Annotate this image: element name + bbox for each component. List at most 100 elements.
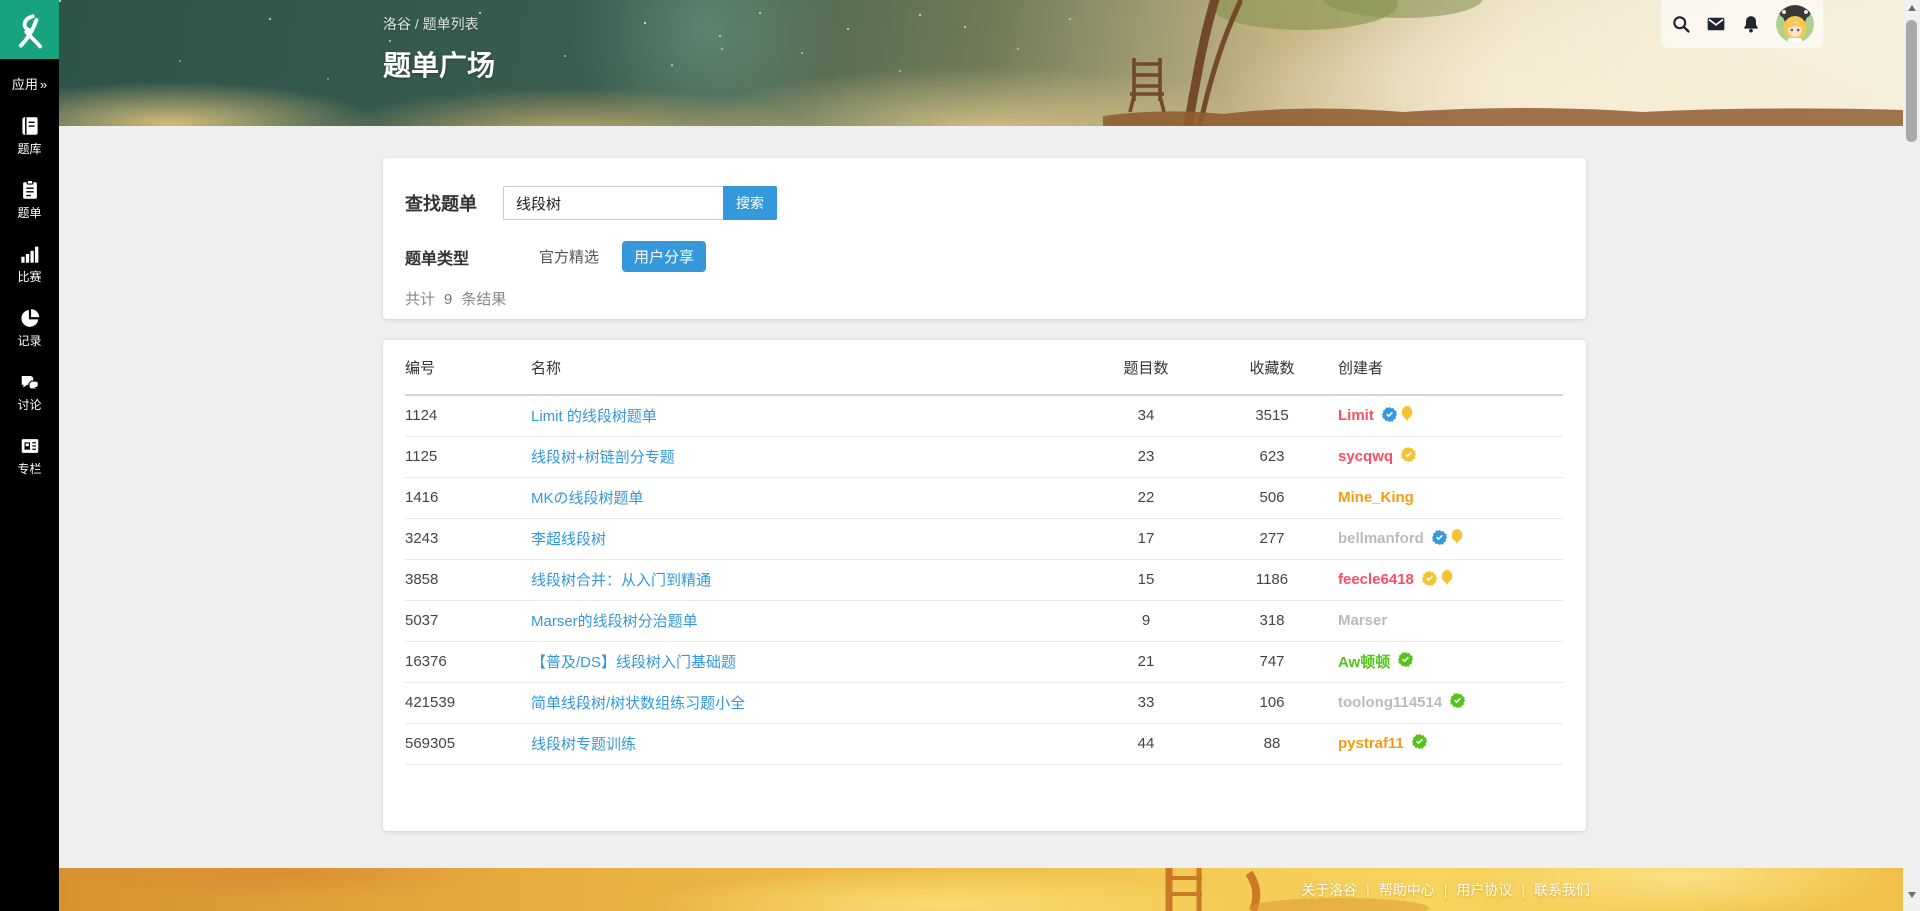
sidebar-nav: 题库 题单 比赛 记录 讨论 专栏 [0, 115, 59, 477]
balloon-yellow-icon [1441, 570, 1453, 586]
creator-name-link[interactable]: Marser [1338, 612, 1387, 629]
footer-separator: | [1521, 882, 1525, 898]
plist-name-link[interactable]: MKの线段树题单 [531, 490, 644, 507]
luogu-logo-icon [8, 8, 52, 52]
table-header-row: 编号 名称 题目数 收藏数 创建者 [405, 340, 1563, 395]
scrollbar-thumb[interactable] [1906, 20, 1917, 142]
search-card: 查找题单 搜索 题单类型 官方精选用户分享 共计9条结果 [383, 158, 1586, 319]
chevron-double-right-icon: » [40, 77, 47, 92]
footer-link-0[interactable]: 关于洛谷 [1301, 880, 1357, 900]
sidebar-item-column[interactable]: 专栏 [0, 435, 59, 477]
plist-favorite-count: 3515 [1206, 395, 1338, 436]
luogu-logo[interactable] [0, 0, 59, 59]
balloon-yellow-icon [1451, 529, 1463, 545]
problem-list-table: 编号 名称 题目数 收藏数 创建者 1124 Limit 的线段树题单 34 3… [405, 340, 1563, 765]
topbar-panel [1661, 0, 1823, 48]
creator-name-link[interactable]: sycqwq [1338, 448, 1393, 465]
plist-favorite-count: 747 [1206, 641, 1338, 682]
scrollbar [1903, 0, 1920, 911]
search-group: 搜索 [503, 186, 777, 220]
plist-favorite-count: 623 [1206, 436, 1338, 477]
plist-id: 421539 [405, 682, 531, 723]
footer-link-2[interactable]: 用户协议 [1456, 880, 1512, 900]
sidebar-apps[interactable]: 应用» [0, 74, 59, 93]
type-option-0[interactable]: 官方精选 [527, 241, 611, 272]
plist-problem-count: 21 [1086, 641, 1206, 682]
footer-link-3[interactable]: 联系我们 [1534, 880, 1590, 900]
page-title: 题单广场 [383, 44, 495, 84]
type-option-1[interactable]: 用户分享 [622, 241, 706, 272]
plist-name-link[interactable]: 线段树专题训练 [531, 736, 636, 753]
plist-favorite-count: 106 [1206, 682, 1338, 723]
clipboard-icon [19, 179, 41, 201]
footer-links: 关于洛谷|帮助中心|用户协议|联系我们 [1301, 868, 1590, 911]
table-row: 1125 线段树+树链剖分专题 23 623 sycqwq [405, 436, 1563, 477]
sidebar-item-record[interactable]: 记录 [0, 307, 59, 349]
plist-id: 1124 [405, 395, 531, 436]
check-blue-icon [1382, 407, 1397, 422]
search-input[interactable] [503, 186, 723, 220]
col-favorite-count: 收藏数 [1206, 340, 1338, 395]
sidebar: 应用» 题库 题单 比赛 记录 讨论 专栏 [0, 0, 59, 911]
plist-name-link[interactable]: 线段树合并：从入门到精通 [531, 572, 711, 589]
check-green-icon [1398, 652, 1413, 667]
bell-icon[interactable] [1741, 14, 1761, 34]
hero-header: 洛谷 / 题单列表 题单广场 [59, 0, 1903, 126]
scroll-down-button[interactable] [1903, 887, 1920, 903]
plist-name-link[interactable]: 简单线段树/树状数组练习题小全 [531, 695, 745, 712]
col-name: 名称 [531, 340, 1086, 395]
chat-icon [19, 371, 41, 393]
plist-favorite-count: 1186 [1206, 559, 1338, 600]
sidebar-item-problemset[interactable]: 题库 [0, 115, 59, 157]
table-row: 421539 简单线段树/树状数组练习题小全 33 106 toolong114… [405, 682, 1563, 723]
plist-problem-count: 44 [1086, 723, 1206, 764]
user-avatar[interactable] [1776, 5, 1814, 43]
breadcrumb[interactable]: 洛谷 / 题单列表 [383, 14, 479, 34]
search-icon[interactable] [1671, 14, 1691, 34]
creator-name-link[interactable]: Aw顿顿 [1338, 651, 1390, 672]
triangle-down-icon [1908, 892, 1916, 898]
plist-favorite-count: 506 [1206, 477, 1338, 518]
pie-chart-icon [19, 307, 41, 329]
plist-favorite-count: 88 [1206, 723, 1338, 764]
plist-problem-count: 15 [1086, 559, 1206, 600]
col-problem-count: 题目数 [1086, 340, 1206, 395]
newspaper-icon [19, 435, 41, 457]
book-icon [19, 115, 41, 137]
plist-name-link[interactable]: Marser的线段树分治题单 [531, 613, 698, 630]
triangle-up-icon [1908, 5, 1916, 11]
result-summary: 共计9条结果 [405, 288, 1546, 309]
search-button[interactable]: 搜索 [723, 186, 777, 220]
sidebar-item-contest[interactable]: 比赛 [0, 243, 59, 285]
footer-link-1[interactable]: 帮助中心 [1379, 880, 1435, 900]
mail-icon[interactable] [1706, 14, 1726, 34]
plist-name-link[interactable]: Limit 的线段树题单 [531, 408, 657, 425]
plist-name-link[interactable]: 【普及/DS】线段树入门基础题 [531, 654, 736, 671]
table-row: 16376 【普及/DS】线段树入门基础题 21 747 Aw顿顿 [405, 641, 1563, 682]
plist-id: 3243 [405, 518, 531, 559]
sidebar-item-discuss[interactable]: 讨论 [0, 371, 59, 413]
creator-name-link[interactable]: Mine_King [1338, 489, 1414, 506]
check-yellow-icon [1422, 571, 1437, 586]
table-row: 1124 Limit 的线段树题单 34 3515 Limit [405, 395, 1563, 436]
plist-favorite-count: 318 [1206, 600, 1338, 641]
creator-name-link[interactable]: Limit [1338, 407, 1374, 424]
plist-id: 1125 [405, 436, 531, 477]
creator-name-link[interactable]: toolong114514 [1338, 694, 1442, 711]
balloon-yellow-icon [1401, 406, 1413, 422]
plist-name-link[interactable]: 线段树+树链剖分专题 [531, 449, 675, 466]
creator-name-link[interactable]: pystraf11 [1338, 735, 1404, 752]
type-label: 题单类型 [405, 245, 469, 269]
plist-problem-count: 33 [1086, 682, 1206, 723]
sidebar-item-training[interactable]: 题单 [0, 179, 59, 221]
scroll-up-button[interactable] [1903, 0, 1920, 16]
creator-name-link[interactable]: feecle6418 [1338, 571, 1414, 588]
plist-id: 16376 [405, 641, 531, 682]
plist-id: 3858 [405, 559, 531, 600]
creator-name-link[interactable]: bellmanford [1338, 530, 1424, 547]
table-row: 5037 Marser的线段树分治题单 9 318 Marser [405, 600, 1563, 641]
results-card: 编号 名称 题目数 收藏数 创建者 1124 Limit 的线段树题单 34 3… [383, 340, 1586, 831]
plist-name-link[interactable]: 李超线段树 [531, 531, 606, 548]
main-content: 查找题单 搜索 题单类型 官方精选用户分享 共计9条结果 编号 名称 题目数 收… [59, 126, 1903, 831]
plist-favorite-count: 277 [1206, 518, 1338, 559]
